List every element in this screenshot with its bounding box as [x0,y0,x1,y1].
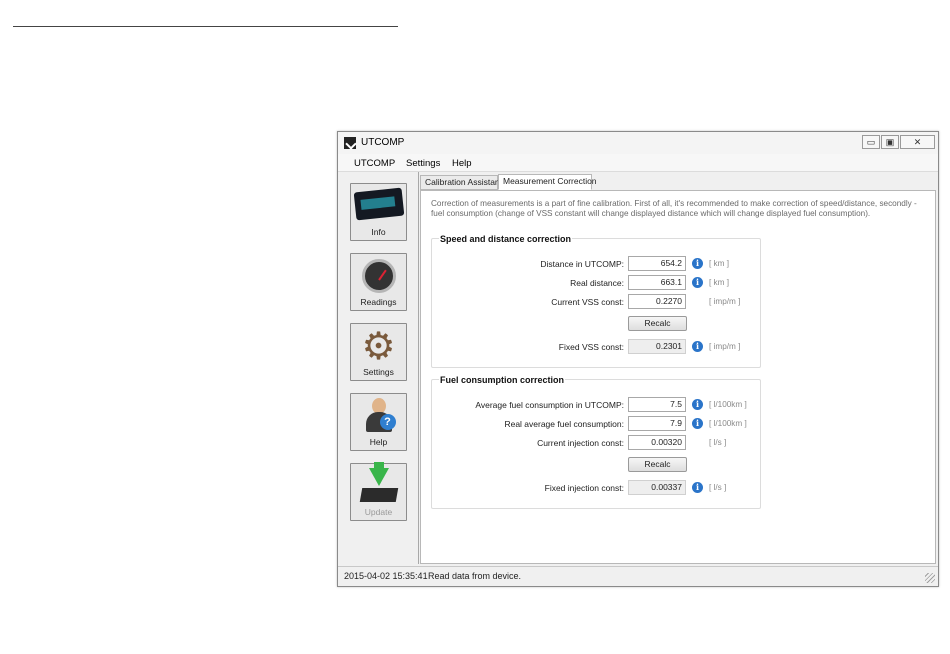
real-distance-field[interactable]: 663.1 [628,275,686,290]
window-title: UTCOMP [361,137,405,148]
recalc-row: Recalc [432,316,760,332]
unit-label: [ km ] [709,259,730,268]
fixed-injection-row: Fixed injection const: 0.00337 i [ l/s ] [432,480,760,496]
recalc-injection-button[interactable]: Recalc [628,457,687,472]
menu-help[interactable]: Help [452,158,472,169]
unit-label: [ km ] [709,278,730,287]
menu-bar: UTCOMP Settings Help [338,154,938,172]
fuel-consumption-group: Fuel consumption correction Average fuel… [431,375,761,509]
sidebar-item-label: Update [364,507,393,517]
real-avg-fuel-row: Real average fuel consumption: 7.9 i [ l… [432,416,760,432]
distance-in-utcomp-field[interactable]: 654.2 [628,256,686,271]
field-label: Real distance: [570,278,624,288]
utcomp-window: UTCOMP ▭ ▣ ✕ UTCOMP Settings Help Info R… [337,131,939,587]
sidebar-item-label: Settings [363,367,394,377]
avg-fuel-row: Average fuel consumption in UTCOMP: 7.5 … [432,397,760,413]
group-title: Speed and distance correction [439,234,573,244]
status-timestamp: 2015-04-02 15:35:41 [344,571,428,581]
top-divider-line [13,26,398,27]
field-label: Average fuel consumption in UTCOMP: [475,400,624,410]
info-icon[interactable]: i [692,258,703,269]
sidebar-item-label: Info [371,227,386,237]
sidebar-item-label: Readings [360,297,397,307]
field-label: Fixed VSS const: [558,342,624,352]
info-icon[interactable]: i [692,341,703,352]
unit-label: [ l/100km ] [709,400,747,409]
help-person-icon: ? [362,398,396,434]
unit-label: [ imp/m ] [709,342,741,351]
field-label: Current injection const: [537,438,624,448]
info-icon[interactable]: i [692,399,703,410]
sidebar: Info Readings ⚙ Settings ? Help Update [343,172,419,564]
sidebar-item-info[interactable]: Info [350,183,407,241]
speed-distance-group: Speed and distance correction Distance i… [431,234,761,368]
intro-text: Correction of measurements is a part of … [431,199,917,218]
info-icon[interactable]: i [692,482,703,493]
info-icon[interactable]: i [692,277,703,288]
gauge-icon [361,259,396,293]
unit-label: [ l/s ] [709,483,727,492]
unit-label: [ l/100km ] [709,419,747,428]
download-icon [359,462,399,504]
status-message: Read data from device. [428,571,522,581]
current-injection-const-field[interactable]: 0.00320 [628,435,686,450]
field-label: Fixed injection const: [544,483,624,493]
sidebar-item-help[interactable]: ? Help [350,393,407,451]
fixed-injection-const-field: 0.00337 [628,480,686,495]
sidebar-item-label: Help [369,437,388,447]
info-icon[interactable]: i [692,418,703,429]
app-logo-icon [344,137,356,149]
status-bar: 2015-04-02 15:35:41 Read data from devic… [338,566,938,586]
current-injection-row: Current injection const: 0.00320 [ l/s ] [432,435,760,451]
field-label: Real average fuel consumption: [504,419,624,429]
resize-grip[interactable] [925,573,935,583]
maximize-button[interactable]: ▣ [881,135,899,149]
fixed-vss-const-field: 0.2301 [628,339,686,354]
distance-row: Distance in UTCOMP: 654.2 i [ km ] [432,256,760,272]
group-title: Fuel consumption correction [439,375,566,385]
measurement-correction-panel: Correction of measurements is a part of … [420,190,936,564]
menu-settings[interactable]: Settings [406,158,440,169]
field-label: Distance in UTCOMP: [540,259,624,269]
close-button[interactable]: ✕ [900,135,935,149]
sidebar-item-readings[interactable]: Readings [350,253,407,311]
unit-label: [ l/s ] [709,438,727,447]
field-label: Current VSS const: [551,297,624,307]
menu-utcomp[interactable]: UTCOMP [354,158,395,169]
recalc-row: Recalc [432,457,760,473]
recalc-vss-button[interactable]: Recalc [628,316,687,331]
current-vss-const-field[interactable]: 0.2270 [628,294,686,309]
gear-icon: ⚙ [361,326,396,368]
title-bar: UTCOMP ▭ ▣ ✕ [338,132,938,154]
minimize-button[interactable]: ▭ [862,135,880,149]
sidebar-divider [418,172,419,564]
display-icon [353,187,404,221]
sidebar-item-update[interactable]: Update [350,462,407,521]
tab-measurement-correction[interactable]: Measurement Correction [498,174,597,190]
avg-fuel-in-utcomp-field[interactable]: 7.5 [628,397,686,412]
current-vss-row: Current VSS const: 0.2270 [ imp/m ] [432,294,760,310]
tab-calibration-assistant[interactable]: Calibration Assistant [420,175,502,190]
real-avg-fuel-field[interactable]: 7.9 [628,416,686,431]
sidebar-item-settings[interactable]: ⚙ Settings [350,323,407,381]
fixed-vss-row: Fixed VSS const: 0.2301 i [ imp/m ] [432,339,760,355]
real-distance-row: Real distance: 663.1 i [ km ] [432,275,760,291]
unit-label: [ imp/m ] [709,297,741,306]
